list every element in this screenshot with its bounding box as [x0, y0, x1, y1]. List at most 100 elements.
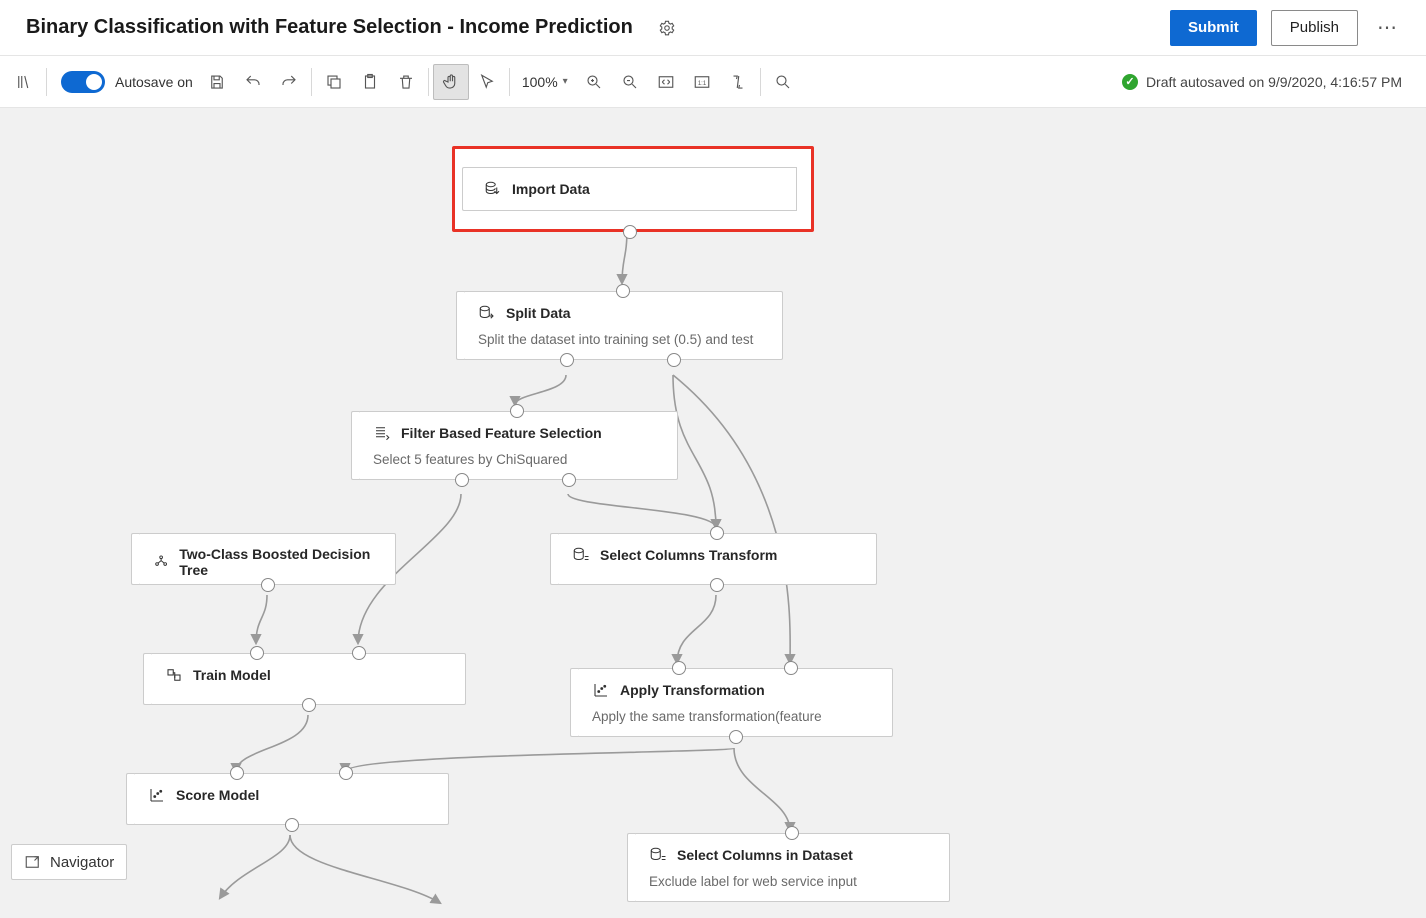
- copy-button[interactable]: [316, 64, 352, 100]
- zoom-fit-button[interactable]: [648, 64, 684, 100]
- node-description: Exclude label for web service input: [649, 872, 935, 889]
- separator: [311, 68, 312, 96]
- search-icon: [774, 73, 792, 91]
- search-button[interactable]: [765, 64, 801, 100]
- navigator-label: Navigator: [50, 854, 114, 871]
- node-label: Score Model: [176, 787, 259, 803]
- node-label: Select Columns in Dataset: [677, 847, 853, 863]
- node-apply-transformation[interactable]: Apply Transformation Apply the same tran…: [577, 668, 893, 737]
- separator: [428, 68, 429, 96]
- database-columns-icon: [649, 846, 667, 864]
- autosave-label: Autosave on: [115, 74, 193, 90]
- zoom-in-icon: [585, 73, 603, 91]
- header-right: Submit Publish ⋯: [1170, 10, 1402, 46]
- output-port[interactable]: [285, 818, 299, 832]
- undo-icon: [244, 73, 262, 91]
- more-button[interactable]: ⋯: [1372, 13, 1402, 43]
- hand-icon: [442, 73, 460, 91]
- zoom-level: 100%: [522, 74, 558, 90]
- separator: [760, 68, 761, 96]
- input-port[interactable]: [672, 661, 686, 675]
- scatter-icon: [148, 786, 166, 804]
- page-title: Binary Classification with Feature Selec…: [26, 16, 633, 39]
- settings-button[interactable]: [655, 16, 679, 40]
- svg-text:1:1: 1:1: [698, 81, 707, 87]
- pan-tool-button[interactable]: [433, 64, 469, 100]
- zoom-out-icon: [621, 73, 639, 91]
- autosave-control: Autosave on: [61, 71, 193, 93]
- publish-button[interactable]: Publish: [1271, 10, 1358, 46]
- output-port[interactable]: [562, 473, 576, 487]
- actual-size-button[interactable]: 1:1: [684, 64, 720, 100]
- gear-icon: [658, 19, 676, 37]
- actual-size-icon: 1:1: [693, 73, 711, 91]
- select-tool-button[interactable]: [469, 64, 505, 100]
- save-button[interactable]: [199, 64, 235, 100]
- output-port[interactable]: [261, 578, 275, 592]
- copy-icon: [325, 73, 343, 91]
- input-port[interactable]: [510, 404, 524, 418]
- database-columns-icon: [572, 546, 590, 564]
- node-filter-feature-selection[interactable]: Filter Based Feature Selection Select 5 …: [358, 411, 678, 480]
- submit-button[interactable]: Submit: [1170, 10, 1257, 46]
- undo-button[interactable]: [235, 64, 271, 100]
- library-panel-button[interactable]: [6, 64, 42, 100]
- pointer-icon: [478, 73, 496, 91]
- auto-layout-icon: [729, 73, 747, 91]
- paste-icon: [361, 73, 379, 91]
- output-port[interactable]: [455, 473, 469, 487]
- header: Binary Classification with Feature Selec…: [0, 0, 1426, 56]
- zoom-in-button[interactable]: [576, 64, 612, 100]
- node-label: Two-Class Boosted Decision Tree: [179, 546, 381, 578]
- zoom-out-button[interactable]: [612, 64, 648, 100]
- input-port[interactable]: [785, 826, 799, 840]
- save-icon: [208, 73, 226, 91]
- input-port[interactable]: [339, 766, 353, 780]
- input-port[interactable]: [616, 284, 630, 298]
- input-port[interactable]: [784, 661, 798, 675]
- output-port[interactable]: [710, 578, 724, 592]
- node-label: Filter Based Feature Selection: [401, 425, 602, 441]
- auto-layout-button[interactable]: [720, 64, 756, 100]
- train-icon: [165, 666, 183, 684]
- database-import-icon: [484, 180, 502, 198]
- zoom-display[interactable]: 100% ▾: [522, 74, 568, 90]
- input-port[interactable]: [710, 526, 724, 540]
- node-split-data[interactable]: Split Data Split the dataset into traini…: [463, 291, 783, 360]
- input-port[interactable]: [352, 646, 366, 660]
- node-select-columns-in-dataset[interactable]: Select Columns in Dataset Exclude label …: [634, 833, 950, 902]
- node-select-columns-transform[interactable]: Select Columns Transform: [557, 533, 877, 585]
- redo-button[interactable]: [271, 64, 307, 100]
- output-port[interactable]: [623, 225, 637, 239]
- node-train-model[interactable]: Train Model: [150, 653, 466, 705]
- input-port[interactable]: [230, 766, 244, 780]
- output-port[interactable]: [729, 730, 743, 744]
- database-split-icon: [478, 304, 496, 322]
- output-port[interactable]: [560, 353, 574, 367]
- node-label: Select Columns Transform: [600, 547, 777, 563]
- status-text: Draft autosaved on 9/9/2020, 4:16:57 PM: [1146, 74, 1402, 90]
- node-import-data[interactable]: Import Data: [452, 146, 814, 232]
- redo-icon: [280, 73, 298, 91]
- node-label: Apply Transformation: [620, 682, 765, 698]
- paste-button[interactable]: [352, 64, 388, 100]
- separator: [509, 68, 510, 96]
- output-port[interactable]: [302, 698, 316, 712]
- pipeline-canvas[interactable]: Import Data Split Data Split the dataset…: [0, 108, 1426, 918]
- autosave-toggle[interactable]: [61, 71, 105, 93]
- separator: [46, 68, 47, 96]
- delete-button[interactable]: [388, 64, 424, 100]
- node-label: Train Model: [193, 667, 271, 683]
- output-port[interactable]: [667, 353, 681, 367]
- chevron-down-icon: ▾: [563, 76, 568, 87]
- navigator-button[interactable]: Navigator: [11, 844, 127, 880]
- autosave-status: ✓ Draft autosaved on 9/9/2020, 4:16:57 P…: [1122, 74, 1420, 90]
- node-two-class-boosted-decision-tree[interactable]: Two-Class Boosted Decision Tree: [138, 533, 396, 585]
- node-description: Select 5 features by ChiSquared: [373, 450, 663, 467]
- navigator-icon: [24, 853, 42, 871]
- check-icon: ✓: [1122, 74, 1138, 90]
- node-label: Split Data: [506, 305, 571, 321]
- node-score-model[interactable]: Score Model: [133, 773, 449, 825]
- node-label: Import Data: [512, 181, 590, 197]
- input-port[interactable]: [250, 646, 264, 660]
